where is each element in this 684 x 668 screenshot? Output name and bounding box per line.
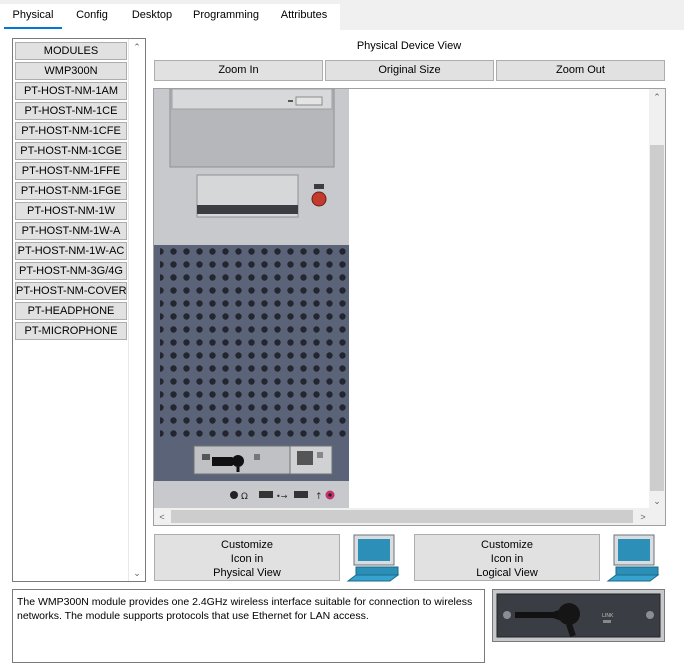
- module-item[interactable]: PT-HOST-NM-1W-A: [15, 222, 127, 240]
- physical-device-view-title: Physical Device View: [356, 40, 462, 52]
- module-item[interactable]: PT-HOST-NM-1W: [15, 202, 127, 220]
- customize-label: Icon in: [230, 553, 264, 565]
- module-item[interactable]: PT-HOST-NM-1AM: [15, 82, 127, 100]
- module-item[interactable]: PT-HOST-NM-1CE: [15, 102, 127, 120]
- link-label: LINK: [602, 613, 614, 619]
- wireless-module-image: LINK: [493, 590, 664, 641]
- tab-desktop[interactable]: Desktop: [122, 4, 182, 26]
- tab-physical[interactable]: Physical: [4, 4, 62, 29]
- customize-label: Physical View: [213, 567, 281, 579]
- customize-label: Customize: [221, 539, 273, 551]
- scroll-thumb[interactable]: [171, 510, 633, 523]
- scroll-left-icon[interactable]: <: [154, 509, 170, 525]
- module-item[interactable]: PT-HOST-NM-1FFE: [15, 162, 127, 180]
- zoom-out-button[interactable]: Zoom Out: [496, 60, 665, 81]
- svg-text:↑: ↑: [315, 492, 323, 502]
- customize-label: Logical View: [476, 567, 538, 579]
- module-item[interactable]: PT-HOST-NM-1CFE: [15, 122, 127, 140]
- customize-label: Customize: [481, 539, 533, 551]
- device-canvas[interactable]: Ω •→ ↑ ⌃ ⌄ < >: [153, 88, 666, 526]
- module-item[interactable]: PT-HOST-NM-1FGE: [15, 182, 127, 200]
- svg-text:•→: •→: [276, 492, 288, 501]
- customize-physical-icon-button[interactable]: Customize Icon in Physical View: [154, 534, 340, 581]
- scroll-thumb[interactable]: [650, 145, 664, 491]
- module-item[interactable]: WMP300N: [15, 62, 127, 80]
- module-list-scrollbar[interactable]: ⌃ ⌄: [128, 39, 145, 581]
- module-item[interactable]: PT-HOST-NM-COVER: [15, 282, 127, 300]
- scroll-down-icon[interactable]: ⌄: [129, 565, 145, 581]
- pc-icon: [606, 534, 660, 582]
- module-item[interactable]: PT-HOST-NM-1W-AC: [15, 242, 127, 260]
- module-item[interactable]: PT-HOST-NM-3G/4G: [15, 262, 127, 280]
- scroll-up-icon[interactable]: ⌃: [649, 89, 665, 105]
- module-image: LINK: [492, 589, 665, 642]
- scroll-up-icon[interactable]: ⌃: [129, 39, 145, 55]
- module-list: MODULES WMP300N PT-HOST-NM-1AM PT-HOST-N…: [12, 38, 146, 582]
- module-item[interactable]: PT-MICROPHONE: [15, 322, 127, 340]
- pc-tower-image: Ω •→ ↑: [154, 89, 349, 508]
- customize-logical-icon-button[interactable]: Customize Icon in Logical View: [414, 534, 600, 581]
- canvas-horizontal-scrollbar[interactable]: < >: [154, 508, 651, 525]
- pc-icon: [346, 534, 400, 582]
- scroll-down-icon[interactable]: ⌄: [649, 493, 665, 509]
- modules-header: MODULES: [15, 42, 127, 60]
- customize-label: Icon in: [490, 553, 524, 565]
- module-item[interactable]: PT-HOST-NM-1CGE: [15, 142, 127, 160]
- zoom-in-button[interactable]: Zoom In: [154, 60, 323, 81]
- canvas-vertical-scrollbar[interactable]: ⌃ ⌄: [649, 89, 665, 509]
- tab-config[interactable]: Config: [68, 4, 116, 26]
- original-size-button[interactable]: Original Size: [325, 60, 494, 81]
- tab-attributes[interactable]: Attributes: [270, 4, 338, 26]
- module-description: The WMP300N module provides one 2.4GHz w…: [12, 589, 485, 663]
- module-item[interactable]: PT-HEADPHONE: [15, 302, 127, 320]
- tab-programming[interactable]: Programming: [188, 4, 264, 26]
- scrollbar-corner: [649, 508, 665, 525]
- tab-strip: Physical Config Desktop Programming Attr…: [0, 0, 684, 30]
- svg-text:Ω: Ω: [241, 492, 248, 502]
